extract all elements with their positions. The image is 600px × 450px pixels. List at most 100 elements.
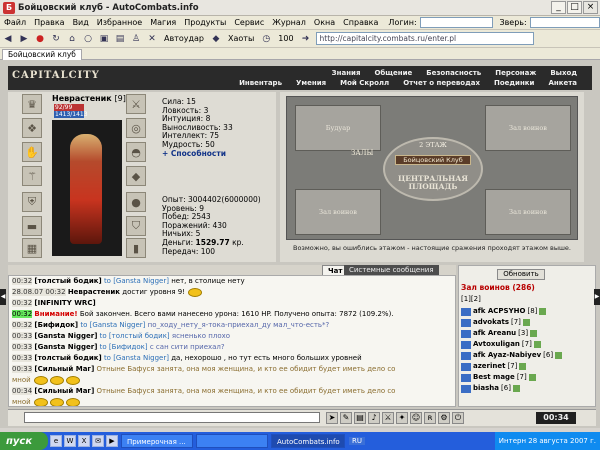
settings-icon[interactable]: ⚙ [438,412,450,424]
player-name[interactable]: afk ACPSYHO [473,306,525,317]
magic-icon[interactable]: ✦ [396,412,408,424]
chat-recipient[interactable]: to [Gansta Nigger] [104,277,169,285]
language-indicator[interactable]: RU [349,437,365,445]
ring-icon[interactable]: ○ [81,32,95,46]
room-warriors-2[interactable]: Зал воинов [295,189,381,235]
chat-recipient[interactable]: to [Gansta Nigger] [80,321,145,329]
nav-skills[interactable]: Умения [289,79,333,87]
menu-file[interactable]: Файл [0,18,30,27]
chat-nick[interactable]: [Сильный Маг] [34,365,94,373]
player-name[interactable]: azerinet [473,361,505,372]
info-icon[interactable] [555,352,563,359]
nav-security[interactable]: Безопасность [419,69,488,77]
chat-input[interactable] [24,412,320,423]
bag-icon[interactable]: ▣ [97,32,111,46]
gem-icon[interactable]: ◆ [126,166,146,186]
nav-character[interactable]: Персонаж [488,69,543,77]
forward-icon[interactable]: ▶ [17,32,31,46]
home-icon[interactable]: ⌂ [65,32,79,46]
player-item[interactable]: biasha [6] [461,383,593,394]
info-icon[interactable] [528,374,536,381]
boots-icon[interactable]: ▮ [126,238,146,258]
chat-log[interactable]: 00:32 [толстый бодик] to [Gansta Nigger]… [8,275,456,407]
sword-icon[interactable]: ⚔ [126,94,146,114]
chat-nick[interactable]: [Gansta Nigger] [34,343,97,351]
player-item[interactable]: advokats [7] [461,317,593,328]
menu-favorites[interactable]: Избранное [93,18,146,27]
central-plaza-button[interactable]: ЦЕНТРАЛЬНАЯ ПЛОЩАДЬ [387,175,479,191]
tools-icon[interactable]: ✕ [145,32,159,46]
menu-products[interactable]: Продукты [180,18,230,27]
login-field[interactable] [419,17,494,28]
chat-nick[interactable]: Неврастеник [68,288,120,296]
info-icon[interactable] [522,319,530,326]
stop-icon[interactable]: ● [33,32,47,46]
tab-fightclub[interactable]: Бойцовский клуб [2,49,82,60]
player-item[interactable]: afk Ayaz-Nabiyev [6] [461,350,593,361]
translit-icon[interactable]: ʀ [424,412,436,424]
armor-icon[interactable]: ⛨ [22,192,42,212]
player-item[interactable]: afk ACPSYHO [8] [461,306,593,317]
menu-edit[interactable]: Правка [30,18,68,27]
maximize-button[interactable]: □ [567,1,582,14]
menu-help[interactable]: Справка [339,18,382,27]
chat-nick[interactable]: [Gansta Nigger] [34,332,97,340]
info-icon[interactable] [530,330,538,337]
address-bar[interactable]: http://capitalcity.combats.ru/enter.pl [315,32,534,45]
person-icon[interactable]: ♙ [129,32,143,46]
orb-icon[interactable]: ● [126,192,146,212]
filter-icon[interactable]: ▤ [354,412,366,424]
word-icon[interactable]: W [64,435,76,447]
player-item[interactable]: azerinet [7] [461,361,593,372]
chat-recipient[interactable]: to [Gansta Nigger] [104,354,169,362]
crown-icon[interactable]: ♛ [22,94,42,114]
chat-nick[interactable]: [Бифидок] [34,321,78,329]
right-arrow-icon[interactable]: ▶ [594,289,600,305]
helmet-icon[interactable]: ◓ [126,142,146,162]
media-icon[interactable]: ▶ [106,435,118,447]
nav-duels[interactable]: Поединки [487,79,541,87]
nav-profile[interactable]: Анкета [541,79,584,87]
task-autocombats[interactable]: AutoCombats.info [271,434,345,448]
chat-nick[interactable]: [толстый бодик] [34,354,101,362]
nav-transfers[interactable]: Отчет о переводах [396,79,487,87]
clock-icon[interactable]: ◷ [259,32,273,46]
menu-magic[interactable]: Магия [146,18,180,27]
zoom-value[interactable]: 100 [275,32,296,46]
staff-icon[interactable]: ⚚ [22,166,42,186]
info-icon[interactable] [539,308,547,315]
info-icon[interactable] [512,385,520,392]
character-name[interactable]: Неврастеник [9] [52,94,137,103]
room-boudoir[interactable]: Будуар [295,105,381,151]
nav-inventory[interactable]: Инвентарь [232,79,289,87]
excel-icon[interactable]: X [78,435,90,447]
gloves-icon[interactable]: ✋ [22,142,42,162]
book-icon[interactable]: ▤ [113,32,127,46]
player-item[interactable]: afk Areanu [3] [461,328,593,339]
smile-icon[interactable]: ☺ [410,412,422,424]
pagination[interactable]: [1][2] [461,295,481,303]
info-icon[interactable] [519,363,527,370]
nav-exit[interactable]: Выход [543,69,584,77]
autoattack-button[interactable]: Автоудар [161,32,207,46]
clear-icon[interactable]: ✎ [340,412,352,424]
shield-icon[interactable]: ◆ [209,32,223,46]
explorer-icon[interactable]: e [50,435,62,447]
player-item[interactable]: Best mage [7] [461,372,593,383]
player-item[interactable]: Avtoxuligan [7] [461,339,593,350]
refresh-button[interactable]: Обновить [497,269,545,280]
minimize-button[interactable]: _ [551,1,566,14]
menu-windows[interactable]: Окна [310,18,339,27]
chat-nick[interactable]: [Сильный Маг] [34,387,94,395]
start-button[interactable]: пуск [0,432,48,450]
menu-view[interactable]: Вид [69,18,93,27]
abilities-link[interactable]: + Способности [162,149,233,159]
amulet-icon[interactable]: ❖ [22,118,42,138]
task-fitting-room[interactable]: Примерочная ... [121,434,193,448]
tab-system-messages[interactable]: Системные сообщения [344,265,439,275]
send-icon[interactable]: ➤ [326,412,338,424]
player-name[interactable]: Best mage [473,372,515,383]
chat-nick[interactable]: [толстый бодик] [34,277,101,285]
hotkeys-button[interactable]: Хаоты [225,32,257,46]
go-icon[interactable]: ➜ [299,32,313,46]
